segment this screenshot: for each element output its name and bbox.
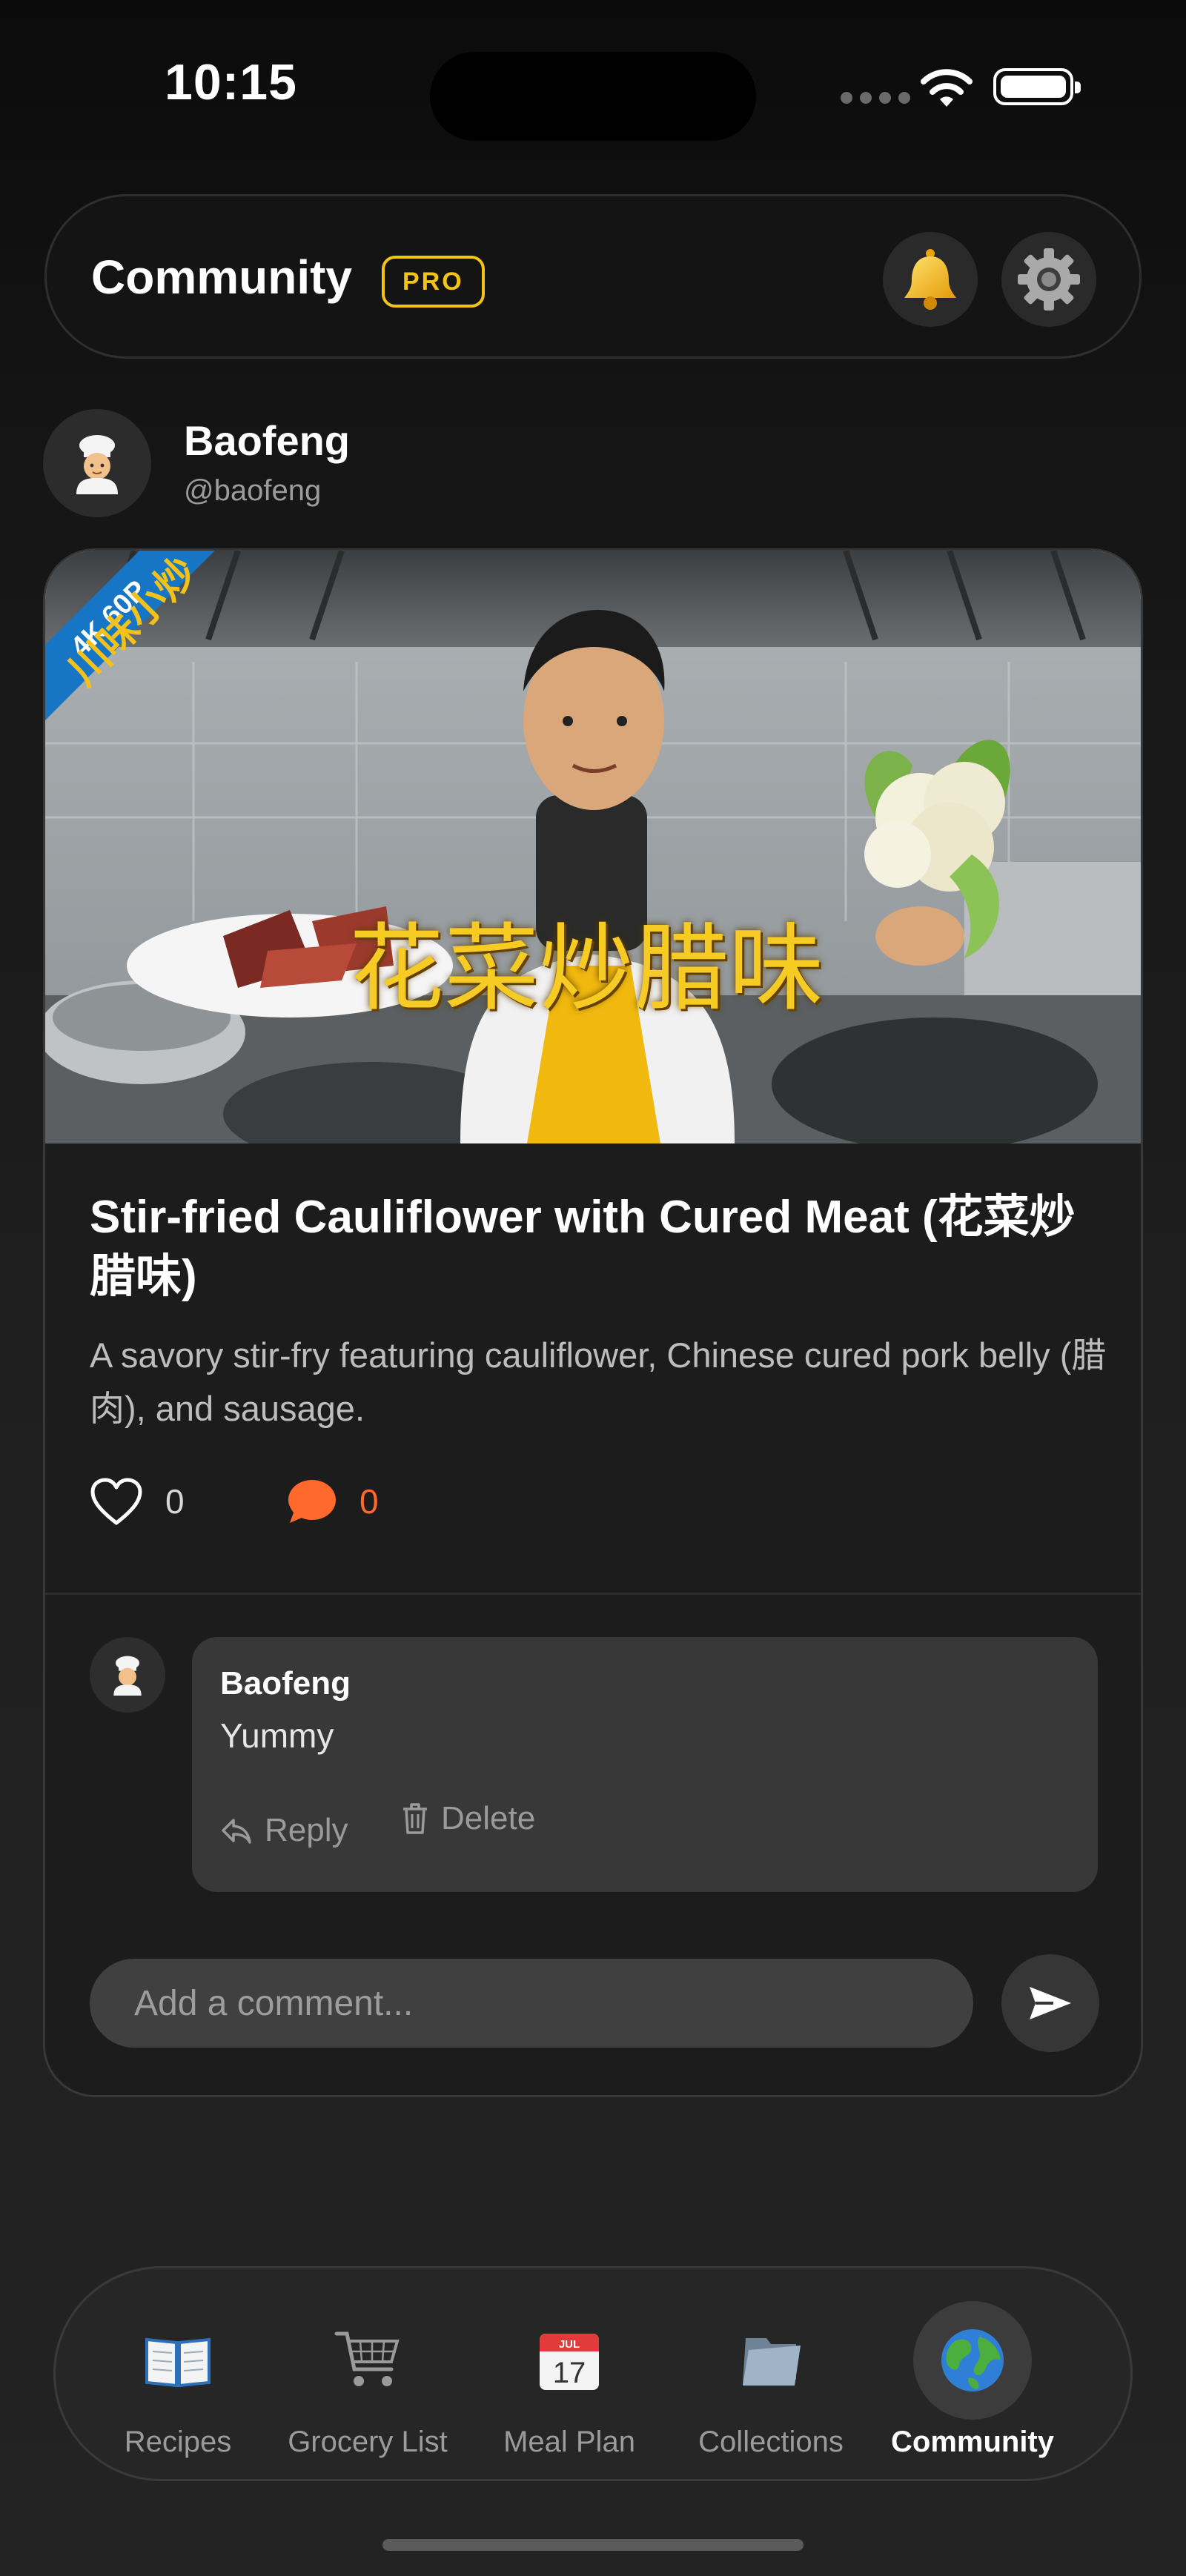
- status-time: 10:15: [165, 54, 297, 110]
- post-card: 4K 60P 川味小炒 花菜炒腊味 Stir-fried Cauliflower…: [43, 548, 1143, 2097]
- comment-button[interactable]: 0: [287, 1477, 379, 1526]
- cart-icon: [334, 2331, 400, 2386]
- status-bar: 10:15: [0, 0, 1186, 170]
- like-count: 0: [165, 1482, 185, 1521]
- pro-badge: PRO: [382, 256, 485, 308]
- recipe-description: A savory stir-fry featuring cauliflower,…: [90, 1335, 1107, 1428]
- comment-text: Yummy: [220, 1716, 334, 1755]
- author-name[interactable]: Baofeng: [184, 416, 350, 465]
- reply-arrow-icon: [222, 1819, 251, 1844]
- comment-item: Baofeng Yummy Reply Delete: [90, 1637, 1098, 1893]
- calendar-month: JUL: [559, 2338, 580, 2351]
- battery-icon: [993, 68, 1081, 105]
- calendar-icon: JUL 17: [540, 2334, 599, 2390]
- page-title: Community: [91, 250, 352, 304]
- wifi-icon: [921, 69, 973, 107]
- speech-bubble-icon: [288, 1480, 336, 1523]
- comment-input[interactable]: [90, 1959, 973, 2048]
- dish-name-overlay: 花菜炒腊味: [349, 914, 824, 1024]
- like-button[interactable]: 0: [90, 1477, 185, 1526]
- tab-label: Community: [891, 2426, 1054, 2458]
- chef-avatar-icon: [113, 1656, 142, 1696]
- reply-label: Reply: [265, 1812, 348, 1848]
- book-icon: [145, 2337, 211, 2388]
- delete-button[interactable]: Delete: [401, 1800, 535, 1837]
- divider: [45, 1593, 1141, 1595]
- comment-bubble: Baofeng Yummy Reply Delete: [192, 1637, 1098, 1892]
- send-button[interactable]: [1001, 1954, 1099, 2052]
- recipe-image[interactable]: 4K 60P 川味小炒 花菜炒腊味: [45, 551, 1141, 1143]
- avatar[interactable]: [90, 1637, 165, 1713]
- tab-community[interactable]: Community: [850, 2268, 1095, 2483]
- recipe-photo: [45, 551, 1141, 1143]
- calendar-day: 17: [553, 2357, 586, 2389]
- notifications-button[interactable]: [883, 232, 978, 327]
- cellular-signal-icon: [841, 92, 910, 104]
- send-icon: [1030, 1987, 1071, 2019]
- dynamic-island: [430, 52, 756, 141]
- author-handle: @baofeng: [184, 474, 322, 507]
- trash-icon: [403, 1803, 427, 1834]
- comment-count: 0: [360, 1482, 379, 1521]
- heart-icon: [90, 1478, 142, 1525]
- delete-label: Delete: [441, 1800, 536, 1836]
- bell-icon: [904, 249, 956, 310]
- reply-button[interactable]: Reply: [220, 1812, 348, 1849]
- home-indicator: [382, 2539, 804, 2551]
- gear-icon: [1018, 248, 1080, 311]
- globe-icon: [941, 2329, 1004, 2391]
- chef-avatar-icon: [76, 435, 118, 494]
- bottom-tab-bar: Recipes Grocery List JUL 17 Meal Plan Co…: [53, 2266, 1133, 2481]
- avatar[interactable]: [43, 409, 151, 517]
- settings-button[interactable]: [1001, 232, 1096, 327]
- recipe-title[interactable]: Stir-fried Cauliflower with Cured Meat (…: [90, 1188, 1105, 1307]
- community-header: Community PRO: [44, 194, 1142, 359]
- post-author[interactable]: Baofeng @baofeng: [43, 409, 784, 519]
- comment-author[interactable]: Baofeng: [220, 1665, 351, 1702]
- folder-icon: [743, 2338, 801, 2386]
